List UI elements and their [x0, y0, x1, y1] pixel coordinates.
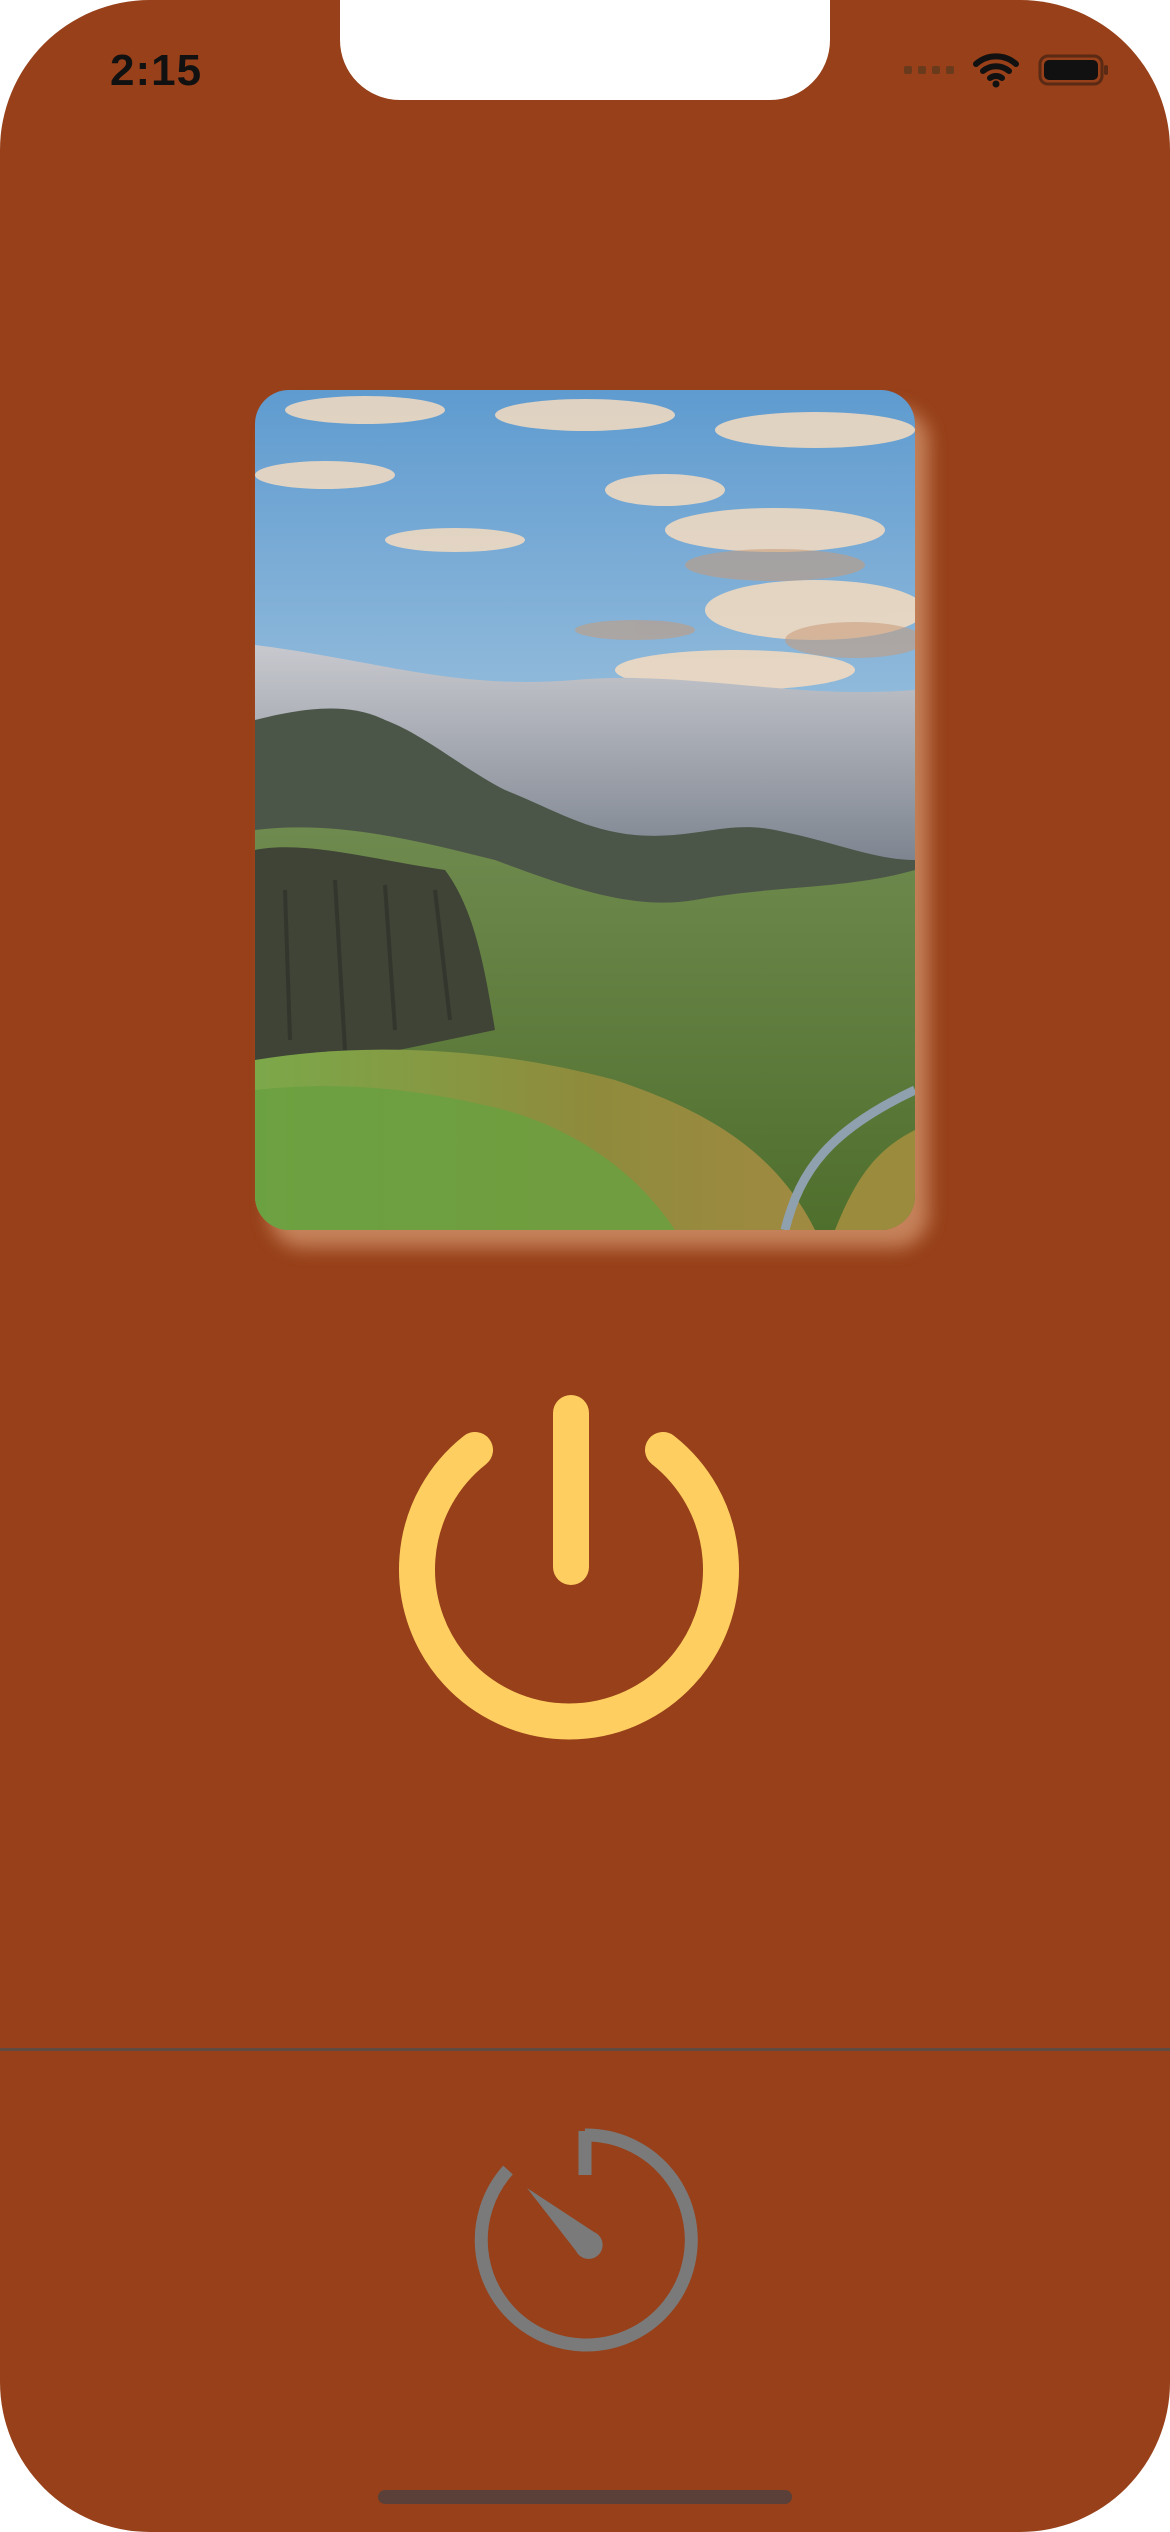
timer-icon — [474, 2128, 698, 2352]
status-time: 2:15 — [110, 46, 203, 95]
status-icons — [904, 50, 1110, 90]
landscape-image — [255, 390, 915, 1230]
power-button[interactable] — [395, 1395, 745, 1755]
power-icon — [399, 1395, 739, 1740]
battery-icon — [1038, 54, 1108, 86]
status-bar: 2:15 — [0, 0, 1170, 140]
bottom-divider — [0, 2048, 1170, 2051]
home-indicator[interactable] — [378, 2490, 792, 2504]
timer-button[interactable] — [470, 2125, 700, 2355]
wifi-icon — [973, 53, 1019, 88]
cellular-signal-icon — [904, 66, 954, 74]
app-screen: 2:15 — [0, 0, 1170, 2532]
